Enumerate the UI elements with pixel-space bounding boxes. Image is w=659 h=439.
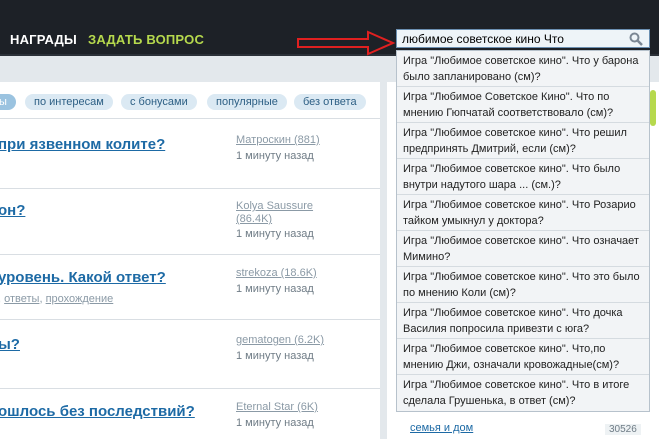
nav-ask-question-link[interactable]: ЗАДАТЬ ВОПРОС <box>88 32 204 47</box>
filter-pill-interests[interactable]: по интересам <box>25 94 113 110</box>
sidebar-accent <box>650 90 656 126</box>
question-author-link[interactable]: Kolya Saussure <box>236 200 313 212</box>
question-author-link[interactable]: Eternal Star (6K) <box>236 401 318 413</box>
question-author-link[interactable]: gematogen (6.2K) <box>236 334 324 346</box>
question-tags: , ответы, прохождение <box>0 293 113 305</box>
search-box <box>396 29 650 48</box>
suggestion-item[interactable]: Игра "Любимое советское кино". Что было … <box>397 159 649 195</box>
question-title-link[interactable]: он? <box>0 202 25 219</box>
suggestion-item[interactable]: Игра "Любимое советское кино". Что Розар… <box>397 195 649 231</box>
question-row: при язвенном колите? Матроскин (881) 1 м… <box>0 119 380 189</box>
suggestion-item[interactable]: Игра "Любимое советское кино". Что это б… <box>397 267 649 303</box>
sidebar-category-count: 30526 <box>605 424 641 435</box>
question-title-link[interactable]: при язвенном колите? <box>0 136 165 153</box>
sidebar-category-link[interactable]: семья и дом <box>410 422 473 434</box>
suggestion-item[interactable]: Игра "Любимое советское кино". Что означ… <box>397 231 649 267</box>
question-time: 1 минуту назад <box>236 350 314 362</box>
red-arrow-annotation <box>297 30 396 56</box>
filter-pill-unanswered[interactable]: без ответа <box>294 94 366 110</box>
question-title-link[interactable]: уровень. Какой ответ? <box>0 269 166 286</box>
suggestion-item[interactable]: Игра "Любимое советское кино". Что в ито… <box>397 375 649 411</box>
suggestion-item[interactable]: Игра "Любимое советское кино". Что у бар… <box>397 51 649 87</box>
question-author-rating[interactable]: (86.4K) <box>236 213 272 225</box>
suggestion-item[interactable]: Игра "Любимое советское кино". Что решил… <box>397 123 649 159</box>
tag-link-walkthrough[interactable]: прохождение <box>46 293 114 305</box>
suggestion-item[interactable]: Игра "Любимое советское кино". Что дочка… <box>397 303 649 339</box>
nav-awards-link[interactable]: НАГРАДЫ <box>10 32 77 47</box>
question-time: 1 минуту назад <box>236 150 314 162</box>
suggestion-item[interactable]: Игра "Любимое советское кино". Что,по мн… <box>397 339 649 375</box>
question-title-link[interactable]: ы? <box>0 336 20 353</box>
question-row: уровень. Какой ответ? , ответы, прохожде… <box>0 255 380 320</box>
search-input[interactable] <box>397 30 626 47</box>
question-row: ы? gematogen (6.2K) 1 минуту назад <box>0 320 380 389</box>
filter-pill-popular[interactable]: популярные <box>207 94 287 110</box>
question-author-link[interactable]: Матроскин (881) <box>236 134 320 146</box>
question-time: 1 минуту назад <box>236 283 314 295</box>
filter-pill-selected[interactable]: ы <box>0 94 16 110</box>
search-icon[interactable] <box>629 32 643 46</box>
question-author-link[interactable]: strekoza (18.6K) <box>236 267 317 279</box>
suggestion-item[interactable]: Игра "Любимое Советское Кино". Что по мн… <box>397 87 649 123</box>
question-row: ошлось без последствий? Eternal Star (6K… <box>0 389 380 439</box>
search-suggestions-dropdown: Игра "Любимое советское кино". Что у бар… <box>396 50 650 412</box>
filter-bar: ы по интересам с бонусами популярные без… <box>0 84 380 119</box>
question-time: 1 минуту назад <box>236 417 314 429</box>
tag-link-answers[interactable]: ответы <box>4 293 39 305</box>
filter-pill-bonuses[interactable]: с бонусами <box>121 94 197 110</box>
question-title-link[interactable]: ошлось без последствий? <box>0 403 195 420</box>
question-time: 1 минуту назад <box>236 228 314 240</box>
question-row: он? Kolya Saussure (86.4K) 1 минуту наза… <box>0 189 380 255</box>
